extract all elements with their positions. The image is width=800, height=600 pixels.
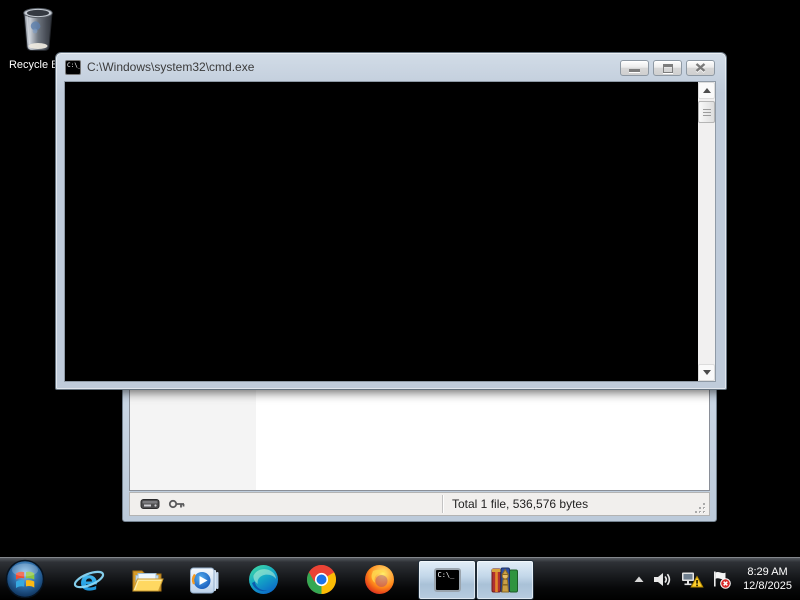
windows-orb-icon [5,559,45,599]
maximize-button[interactable] [653,60,682,76]
taskbar-item-windows-explorer[interactable] [118,560,176,600]
scrollbar-track[interactable] [698,123,715,364]
console-output[interactable] [65,82,698,381]
start-button[interactable] [4,558,46,600]
taskbar-item-winrar[interactable] [476,560,534,600]
console-area [64,81,716,382]
console-scrollbar[interactable] [698,82,715,381]
cmd-window-title: C:\Windows\system32\cmd.exe [87,60,254,74]
resize-grip[interactable] [694,502,707,515]
winrar-status-bar: Total 1 file, 536,576 bytes [129,492,710,516]
taskbar: e [0,557,800,600]
taskbar-item-cmd[interactable]: C:\_ [418,560,476,600]
close-button[interactable] [686,60,715,76]
clock-time: 8:29 AM [743,565,792,579]
maximize-icon [663,64,673,73]
minimize-button[interactable] [620,60,649,76]
volume-button[interactable] [652,571,673,588]
taskbar-item-google-chrome[interactable] [292,560,350,600]
arrow-down-icon [703,370,711,375]
chrome-icon [305,563,338,596]
close-icon [695,63,706,73]
drive-icon[interactable] [140,498,160,510]
statusbar-divider [442,495,444,513]
network-warning-icon [680,570,704,589]
scroll-up-button[interactable] [698,82,715,99]
recycle-bin-icon [18,4,58,52]
folder-icon [130,564,164,596]
minimize-icon [629,69,640,72]
chevron-up-icon [633,575,645,583]
winrar-status-text: Total 1 file, 536,576 bytes [452,497,588,511]
system-tray: 8:29 AM 12/8/2025 [633,565,800,593]
firefox-icon [363,563,396,596]
edge-icon [247,563,280,596]
taskbar-clock[interactable]: 8:29 AM 12/8/2025 [743,565,792,593]
network-button[interactable] [680,570,704,589]
speaker-icon [652,571,673,588]
show-hidden-icons-button[interactable] [633,575,645,583]
arrow-up-icon [703,88,711,93]
media-player-icon [188,564,222,596]
key-icon[interactable] [168,497,186,511]
cmd-icon: C:\_ [65,60,81,75]
taskbar-item-internet-explorer[interactable]: e [60,560,118,600]
clock-date: 12/8/2025 [743,579,792,593]
cmd-taskbar-icon: C:\_ [434,568,461,592]
scroll-down-button[interactable] [698,364,715,381]
action-center-button[interactable] [711,570,732,589]
cmd-window[interactable]: C:\_ C:\Windows\system32\cmd.exe [55,52,727,390]
taskbar-item-firefox[interactable] [350,560,408,600]
scrollbar-thumb[interactable] [698,101,715,123]
winrar-icon [490,565,520,595]
cmd-titlebar[interactable]: C:\_ C:\Windows\system32\cmd.exe [56,53,726,81]
internet-explorer-icon: e [72,563,106,597]
taskbar-item-microsoft-edge[interactable] [234,560,292,600]
flag-alert-icon [711,570,732,589]
taskbar-item-windows-media-player[interactable] [176,560,234,600]
